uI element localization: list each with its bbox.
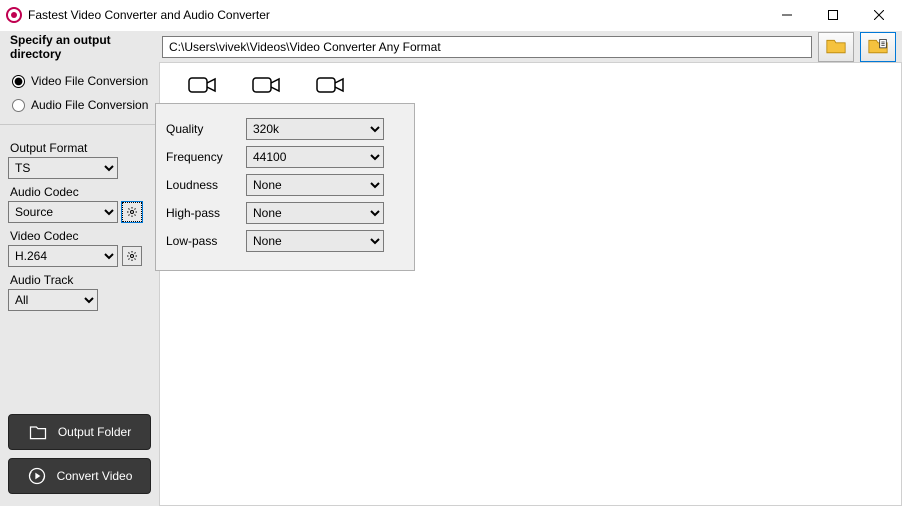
- loudness-label: Loudness: [166, 178, 246, 192]
- audio-codec-select[interactable]: Source: [8, 201, 118, 223]
- radio-audio-label: Audio File Conversion: [31, 98, 148, 112]
- titlebar: Fastest Video Converter and Audio Conver…: [0, 0, 902, 30]
- output-directory-input[interactable]: [162, 36, 812, 58]
- browse-folder-button[interactable]: [818, 32, 854, 62]
- output-format-label: Output Format: [10, 141, 151, 155]
- app-icon: [6, 7, 22, 23]
- output-directory-label: Specify an output directory: [6, 33, 156, 61]
- frequency-label: Frequency: [166, 150, 246, 164]
- output-format-select[interactable]: TS: [8, 157, 118, 179]
- close-button[interactable]: [856, 0, 902, 30]
- divider: [0, 124, 159, 125]
- main-area: Quality 320k Frequency 44100 Loudness No…: [160, 62, 902, 506]
- convert-video-label: Convert Video: [57, 469, 133, 483]
- quality-select[interactable]: 320k: [246, 118, 384, 140]
- video-thumb-1[interactable]: [188, 75, 216, 98]
- output-directory-row: Specify an output directory: [0, 30, 902, 62]
- lowpass-label: Low-pass: [166, 234, 246, 248]
- lowpass-select[interactable]: None: [246, 230, 384, 252]
- audio-settings-popup: Quality 320k Frequency 44100 Loudness No…: [155, 103, 415, 271]
- quality-label: Quality: [166, 122, 246, 136]
- video-codec-settings-button[interactable]: [122, 246, 142, 266]
- video-codec-label: Video Codec: [10, 229, 151, 243]
- audio-track-label: Audio Track: [10, 273, 151, 287]
- loudness-select[interactable]: None: [246, 174, 384, 196]
- radio-video-label: Video File Conversion: [31, 74, 148, 88]
- radio-audio-conversion[interactable]: Audio File Conversion: [12, 98, 151, 112]
- radio-video-input[interactable]: [12, 75, 25, 88]
- output-folder-button[interactable]: Output Folder: [8, 414, 151, 450]
- window-title: Fastest Video Converter and Audio Conver…: [28, 8, 764, 22]
- highpass-select[interactable]: None: [246, 202, 384, 224]
- audio-codec-label: Audio Codec: [10, 185, 151, 199]
- frequency-select[interactable]: 44100: [246, 146, 384, 168]
- maximize-button[interactable]: [810, 0, 856, 30]
- highpass-label: High-pass: [166, 206, 246, 220]
- radio-audio-input[interactable]: [12, 99, 25, 112]
- output-folder-label: Output Folder: [58, 425, 131, 439]
- audio-codec-settings-button[interactable]: [122, 202, 142, 222]
- audio-track-select[interactable]: All: [8, 289, 98, 311]
- open-list-button[interactable]: [860, 32, 896, 62]
- radio-video-conversion[interactable]: Video File Conversion: [12, 74, 151, 88]
- video-thumb-3[interactable]: [316, 75, 344, 98]
- sidebar: Video File Conversion Audio File Convers…: [0, 62, 160, 506]
- video-codec-select[interactable]: H.264: [8, 245, 118, 267]
- convert-video-button[interactable]: Convert Video: [8, 458, 151, 494]
- video-thumb-2[interactable]: [252, 75, 280, 98]
- video-thumbnails: [168, 71, 893, 102]
- minimize-button[interactable]: [764, 0, 810, 30]
